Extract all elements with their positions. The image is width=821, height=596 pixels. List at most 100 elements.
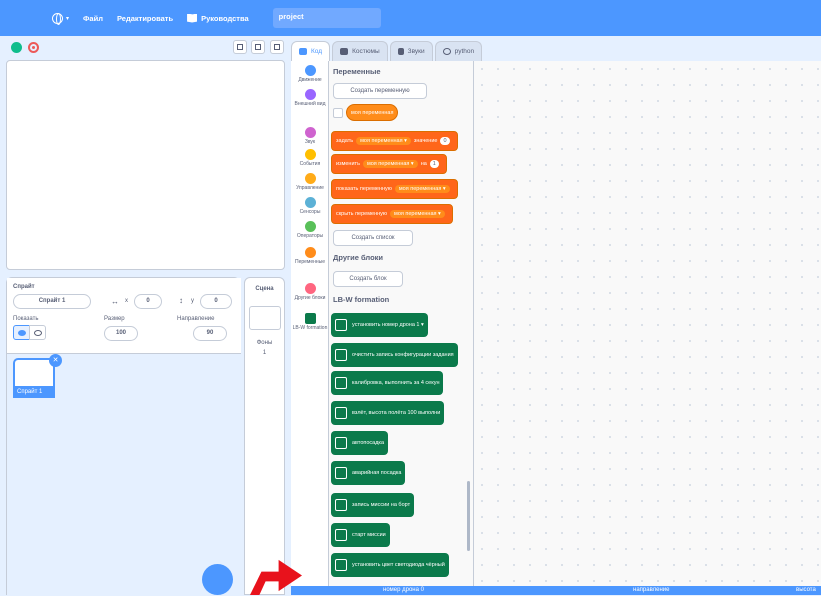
category-motion[interactable]: Движение	[291, 65, 329, 83]
tab-python-label: python	[454, 48, 475, 55]
block-text: очистить запись конфигурации задания	[352, 352, 454, 358]
variable-dropdown[interactable]: моя переменная ▾	[390, 210, 445, 218]
tab-costumes[interactable]: Костюмы	[332, 41, 388, 61]
sprite-list: ✕ Спрайт 1	[7, 354, 241, 596]
backdrops-label: Фоны	[256, 340, 273, 346]
y-input[interactable]: 0	[200, 294, 232, 309]
status-bar: номер дрона 0 направление высота	[291, 586, 821, 595]
sprite-card[interactable]: ✕ Спрайт 1	[13, 354, 62, 398]
trash-icon[interactable]: ✕	[49, 354, 62, 367]
show-label: Показать	[13, 316, 39, 322]
category-lbw[interactable]: LB-W formation	[291, 313, 329, 331]
sprite-name-input[interactable]: Спрайт 1	[13, 294, 91, 309]
block-text: задать	[336, 138, 354, 144]
category-label: LB-W formation	[292, 325, 328, 331]
green-flag-icon[interactable]	[11, 42, 22, 53]
category-operators[interactable]: Операторы	[291, 221, 329, 239]
category-control[interactable]: Управление	[291, 173, 329, 191]
variable-checkbox[interactable]	[333, 108, 343, 118]
drone-icon	[335, 529, 347, 541]
small-stage-button[interactable]	[233, 40, 247, 54]
block-text: старт миссии	[352, 532, 386, 538]
eye-icon	[18, 330, 26, 336]
direction-status-label: направление	[633, 587, 670, 593]
hide-sprite-button[interactable]	[29, 325, 46, 340]
category-looks[interactable]: Внешний вид	[291, 89, 329, 107]
variable-dropdown[interactable]: моя переменная ▾	[362, 160, 418, 168]
block-text: значение	[413, 138, 438, 144]
language-menu[interactable]: ▾	[52, 12, 69, 25]
change-variable-block[interactable]: изменить моя переменная ▾ на 1	[331, 154, 447, 174]
x-input[interactable]: 0	[134, 294, 162, 309]
create-variable-button[interactable]: Создать переменную	[333, 83, 427, 99]
tutorials-menu[interactable]: Руководства	[187, 13, 249, 23]
block-text: взлёт, высота полёта 100 выполни	[352, 410, 441, 416]
category-label: Сенсоры	[299, 209, 321, 215]
create-list-button[interactable]: Создать список	[333, 230, 413, 246]
show-sprite-button[interactable]	[13, 325, 30, 340]
block-palette: Переменные Создать переменную моя переме…	[329, 61, 474, 595]
variables-header: Переменные	[333, 67, 381, 76]
set-drone-number-block[interactable]: установить номер дрона 1 ▾	[331, 313, 428, 337]
category-events[interactable]: События	[291, 149, 329, 167]
drone-icon	[335, 499, 347, 511]
create-block-button[interactable]: Создать блок	[333, 271, 403, 287]
category-label: Движение	[298, 77, 322, 83]
write-mission-block[interactable]: запись миссии на борт	[331, 493, 415, 517]
script-workspace[interactable]	[474, 61, 821, 588]
tab-sounds[interactable]: Звуки	[389, 41, 433, 61]
block-text: на	[420, 161, 427, 167]
category-my-blocks[interactable]: Другие блоки	[291, 283, 329, 301]
tab-python[interactable]: python	[434, 41, 483, 61]
category-variables[interactable]: Переменные	[291, 247, 329, 265]
edit-menu[interactable]: Редактировать	[117, 14, 173, 23]
start-mission-block[interactable]: старт миссии	[331, 523, 390, 547]
sensing-icon	[304, 197, 316, 208]
project-title-input[interactable]: project	[272, 8, 381, 28]
emergency-land-block[interactable]: аварийная посадка	[331, 461, 406, 485]
takeoff-block[interactable]: взлёт, высота полёта 100 выполни	[331, 401, 445, 425]
eye-off-icon	[34, 330, 42, 336]
category-sound[interactable]: Звук	[291, 127, 329, 145]
fullscreen-button[interactable]	[270, 40, 284, 54]
set-variable-block[interactable]: задать моя переменная ▾ значение 0	[331, 131, 458, 151]
autoland-block[interactable]: автопосадка	[331, 431, 389, 455]
tab-sounds-label: Звуки	[407, 48, 425, 55]
hide-variable-block[interactable]: скрыть переменную моя переменная ▾	[331, 204, 453, 224]
stage-canvas[interactable]	[6, 60, 285, 270]
variable-dropdown[interactable]: моя переменная ▾	[356, 137, 411, 145]
palette-scrollbar[interactable]	[467, 481, 470, 551]
stage-selector[interactable]: Сцена Фоны 1	[244, 277, 285, 595]
tab-costumes-label: Костюмы	[352, 48, 380, 55]
value-input[interactable]: 1	[429, 160, 439, 168]
large-stage-button[interactable]	[251, 40, 265, 54]
clear-config-block[interactable]: очистить запись конфигурации задания	[331, 343, 458, 367]
drone-icon	[335, 349, 347, 361]
size-input[interactable]: 100	[104, 326, 138, 341]
add-sprite-button[interactable]	[202, 564, 233, 595]
flag-icon	[304, 149, 316, 160]
sprite-label: Спрайт	[13, 284, 35, 290]
my-variable-reporter[interactable]: моя переменная	[346, 104, 399, 121]
stop-icon[interactable]	[28, 42, 39, 53]
y-arrow-icon: ↕	[179, 296, 183, 305]
set-led-color-block[interactable]: установить цвет светодиода чёрный	[331, 553, 449, 577]
stage-thumbnail[interactable]	[249, 306, 281, 330]
sprite-info: Спрайт Спрайт 1 ↔ x 0 ↕ y 0 Показать Раз…	[7, 278, 241, 354]
direction-input[interactable]: 90	[193, 326, 227, 341]
calibration-block[interactable]: калибровка, выполнить за 4 секун	[331, 371, 444, 395]
show-variable-block[interactable]: показать переменную моя переменная ▾	[331, 179, 458, 199]
drone-icon	[335, 467, 347, 479]
category-menu: Движение Внешний вид Звук События Управл…	[291, 61, 329, 595]
large-stage-icon	[255, 44, 261, 50]
variable-dropdown[interactable]: моя переменная ▾	[394, 185, 450, 193]
tab-code[interactable]: Код	[291, 41, 331, 61]
drone-number-label: номер дрона 0	[383, 587, 424, 593]
x-arrow-icon: ↔	[111, 297, 119, 306]
category-sensing[interactable]: Сенсоры	[291, 197, 329, 215]
drone-icon	[335, 559, 347, 571]
file-menu[interactable]: Файл	[83, 14, 103, 23]
lbw-icon	[304, 313, 316, 324]
value-input[interactable]: 0	[440, 137, 450, 145]
other-blocks-header: Другие блоки	[333, 253, 384, 262]
